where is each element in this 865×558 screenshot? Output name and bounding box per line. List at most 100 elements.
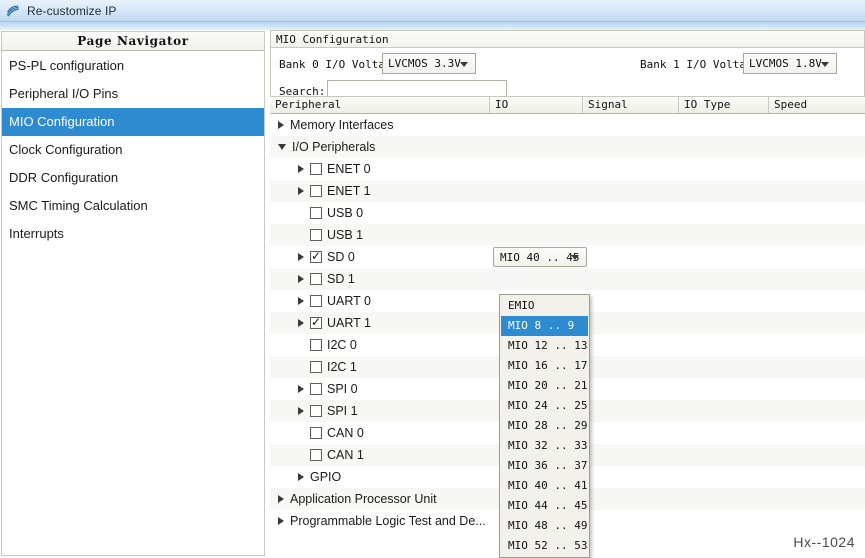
io-select-dropdown-list[interactable]: EMIO MIO 8 .. 9 MIO 12 .. 13 MIO 16 .. 1… bbox=[499, 294, 590, 558]
table-row-sd-0[interactable]: SD 0 MIO 40 .. 45 bbox=[270, 246, 865, 268]
row-label: I/O Peripherals bbox=[292, 140, 376, 154]
bank1-voltage-select[interactable]: LVCMOS 1.8V bbox=[743, 53, 837, 74]
row-label: ENET 0 bbox=[327, 162, 371, 176]
column-header-io[interactable]: IO bbox=[490, 97, 583, 113]
chevron-down-icon bbox=[821, 61, 829, 67]
row-label: Application Processor Unit bbox=[290, 492, 437, 506]
bank0-voltage-select[interactable]: LVCMOS 3.3V bbox=[382, 53, 476, 74]
titlebar-gradient-strip bbox=[0, 22, 865, 30]
page-navigator-title: Page Navigator bbox=[77, 34, 189, 48]
checkbox-sd-0[interactable] bbox=[310, 249, 322, 263]
expand-arrow-icon[interactable] bbox=[298, 165, 304, 173]
page-navigator-sidebar: Page Navigator PS-PL configuration Perip… bbox=[0, 30, 266, 558]
bank0-voltage-value: LVCMOS 3.3V bbox=[388, 57, 461, 70]
row-label: ENET 1 bbox=[327, 184, 371, 198]
bank-voltage-row: Bank 0 I/O Voltage LVCMOS 3.3V Bank 1 I/… bbox=[270, 51, 865, 79]
expand-arrow-icon[interactable] bbox=[298, 473, 304, 481]
dropdown-option-mio-36-37[interactable]: MIO 36 .. 37 bbox=[501, 456, 588, 476]
row-label: UART 1 bbox=[327, 316, 372, 330]
table-row-enet-0[interactable]: ENET 0 bbox=[270, 158, 865, 180]
sidebar-item-clock-configuration[interactable]: Clock Configuration bbox=[2, 136, 264, 164]
page-navigator-list: PS-PL configuration Peripheral I/O Pins … bbox=[1, 51, 265, 556]
row-label: SD 0 bbox=[327, 250, 355, 264]
checkbox-i2c-0[interactable] bbox=[310, 339, 322, 351]
checkbox-enet-1[interactable] bbox=[310, 185, 322, 197]
column-header-signal[interactable]: Signal bbox=[583, 97, 679, 113]
table-column-header: Peripheral IO Signal IO Type Speed bbox=[270, 97, 865, 114]
expand-arrow-icon[interactable] bbox=[278, 121, 284, 129]
sidebar-item-smc-timing-calculation[interactable]: SMC Timing Calculation bbox=[2, 192, 264, 220]
row-label: SPI 1 bbox=[327, 404, 358, 418]
table-row-io-peripherals[interactable]: I/O Peripherals bbox=[270, 136, 865, 158]
column-header-io-type[interactable]: IO Type bbox=[679, 97, 769, 113]
checkbox-spi-1[interactable] bbox=[310, 405, 322, 417]
row-label: USB 1 bbox=[327, 228, 364, 242]
row-label: USB 0 bbox=[327, 206, 364, 220]
checkbox-usb-0[interactable] bbox=[310, 207, 322, 219]
expand-arrow-icon[interactable] bbox=[298, 407, 304, 415]
dropdown-option-mio-40-41[interactable]: MIO 40 .. 41 bbox=[501, 476, 588, 496]
window-title: Re-customize IP bbox=[27, 3, 117, 18]
checkbox-can-0[interactable] bbox=[310, 427, 322, 439]
expand-arrow-icon[interactable] bbox=[278, 495, 284, 503]
xilinx-logo-icon bbox=[5, 3, 21, 19]
table-row-usb-0[interactable]: USB 0 bbox=[270, 202, 865, 224]
row-label: I2C 1 bbox=[327, 360, 357, 374]
table-row-sd-1[interactable]: SD 1 bbox=[270, 268, 865, 290]
checkbox-uart-1[interactable] bbox=[310, 315, 322, 329]
dropdown-option-mio-16-17[interactable]: MIO 16 .. 17 bbox=[501, 356, 588, 376]
chevron-down-icon bbox=[460, 61, 468, 67]
expand-arrow-icon[interactable] bbox=[298, 275, 304, 283]
row-label: Programmable Logic Test and De... bbox=[290, 514, 486, 528]
sidebar-item-ps-pl-configuration[interactable]: PS-PL configuration bbox=[2, 52, 264, 80]
column-header-peripheral[interactable]: Peripheral bbox=[270, 97, 490, 113]
dropdown-option-emio[interactable]: EMIO bbox=[501, 296, 588, 316]
row-label: Memory Interfaces bbox=[290, 118, 394, 132]
column-header-speed[interactable]: Speed bbox=[769, 97, 863, 113]
watermark-text: Hx--1024 bbox=[793, 534, 855, 550]
row-label: GPIO bbox=[310, 470, 342, 484]
table-row-memory-interfaces[interactable]: Memory Interfaces bbox=[270, 114, 865, 136]
panel-header: MIO Configuration bbox=[270, 30, 865, 48]
row-label: I2C 0 bbox=[327, 338, 357, 352]
dropdown-option-mio-24-25[interactable]: MIO 24 .. 25 bbox=[501, 396, 588, 416]
checkbox-i2c-1[interactable] bbox=[310, 361, 322, 373]
dropdown-option-mio-32-33[interactable]: MIO 32 .. 33 bbox=[501, 436, 588, 456]
expand-arrow-icon[interactable] bbox=[278, 517, 284, 525]
sd0-io-select[interactable]: MIO 40 .. 45 bbox=[493, 247, 587, 267]
sidebar-item-ddr-configuration[interactable]: DDR Configuration bbox=[2, 164, 264, 192]
checkbox-usb-1[interactable] bbox=[310, 229, 322, 241]
sidebar-item-mio-configuration[interactable]: MIO Configuration bbox=[2, 108, 264, 136]
dropdown-option-mio-48-49[interactable]: MIO 48 .. 49 bbox=[501, 516, 588, 536]
table-row-usb-1[interactable]: USB 1 bbox=[270, 224, 865, 246]
dropdown-option-mio-20-21[interactable]: MIO 20 .. 21 bbox=[501, 376, 588, 396]
checkbox-can-1[interactable] bbox=[310, 449, 322, 461]
row-label: UART 0 bbox=[327, 294, 372, 308]
bank1-voltage-label: Bank 1 I/O Voltage bbox=[640, 58, 760, 71]
expand-arrow-icon[interactable] bbox=[298, 253, 304, 261]
dropdown-option-mio-52-53[interactable]: MIO 52 .. 53 bbox=[501, 536, 588, 556]
bank1-voltage-value: LVCMOS 1.8V bbox=[749, 57, 822, 70]
chevron-down-icon bbox=[571, 255, 579, 260]
row-label: CAN 0 bbox=[327, 426, 364, 440]
checkbox-uart-0[interactable] bbox=[310, 295, 322, 307]
checkbox-sd-1[interactable] bbox=[310, 273, 322, 285]
window-titlebar: Re-customize IP bbox=[0, 0, 865, 22]
expand-arrow-icon[interactable] bbox=[298, 297, 304, 305]
dropdown-option-mio-28-29[interactable]: MIO 28 .. 29 bbox=[501, 416, 588, 436]
table-row-enet-1[interactable]: ENET 1 bbox=[270, 180, 865, 202]
dropdown-option-mio-12-13[interactable]: MIO 12 .. 13 bbox=[501, 336, 588, 356]
checkbox-spi-0[interactable] bbox=[310, 383, 322, 395]
dropdown-option-mio-8-9[interactable]: MIO 8 .. 9 bbox=[501, 316, 588, 336]
sidebar-item-interrupts[interactable]: Interrupts bbox=[2, 220, 264, 248]
dropdown-option-mio-44-45[interactable]: MIO 44 .. 45 bbox=[501, 496, 588, 516]
checkbox-enet-0[interactable] bbox=[310, 163, 322, 175]
expand-arrow-icon[interactable] bbox=[298, 319, 304, 327]
sidebar-item-peripheral-io-pins[interactable]: Peripheral I/O Pins bbox=[2, 80, 264, 108]
page-navigator-header: Page Navigator bbox=[1, 31, 265, 51]
expand-arrow-icon[interactable] bbox=[298, 385, 304, 393]
expand-arrow-icon[interactable] bbox=[298, 187, 304, 195]
sd0-io-value: MIO 40 .. 45 bbox=[500, 250, 580, 264]
row-label: CAN 1 bbox=[327, 448, 364, 462]
collapse-arrow-icon[interactable] bbox=[278, 144, 286, 150]
